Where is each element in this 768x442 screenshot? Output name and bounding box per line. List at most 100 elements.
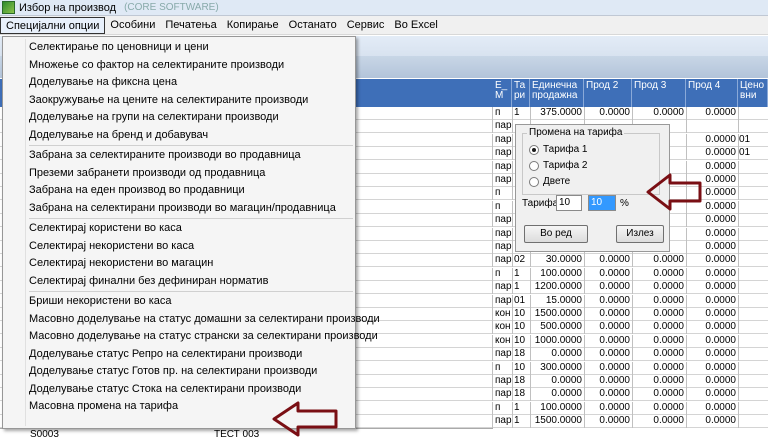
table-cell: пар [495,227,513,241]
table-cell: кон [494,308,513,321]
column-header[interactable]: Прод 4 [686,79,738,107]
table-cell [739,295,768,308]
dropdown-item[interactable]: Масовно доделување на статус домашни за … [3,311,380,329]
table-cell: 0.0000 [585,401,633,415]
dropdown-item[interactable]: Доделување на групи на селектирани произ… [3,109,355,127]
tariff-change-panel: Промена на тарифа Тарифа 1 Тарифа 2 Двет… [515,124,670,252]
table-cell: 0.0000 [633,281,687,295]
menu-item-6[interactable]: Во Excel [389,17,442,34]
menu-item-0[interactable]: Специјални опции [0,16,106,34]
dropdown-item[interactable]: Заокружување на цените на селектираните … [3,92,355,110]
table-cell [739,335,768,348]
menu-item-5[interactable]: Сервис [342,17,390,34]
dropdown-item[interactable]: Доделување статус Репро на селектирани п… [3,346,355,364]
table-cell: 1 [513,267,531,281]
table-cell [739,120,768,133]
table-cell: 0.0000 [633,415,687,429]
table-cell: 0.0000 [585,308,633,321]
column-header[interactable]: Та ри [512,79,530,107]
dropdown-item[interactable]: Селектирај некористени во каса [3,238,355,256]
table-cell [739,402,768,415]
table-cell: 0.0000 [531,348,585,362]
ok-button[interactable]: Во ред [524,225,588,243]
bottom-grid-row[interactable]: S0003 ТЕСТ 003 [0,428,493,442]
table-cell: 0.0000 [687,160,739,174]
dropdown-item[interactable]: Забрана на еден производ во продавници [3,182,355,200]
dropdown-item[interactable]: Доделување статус Готов пр. на селектира… [3,363,355,381]
dropdown-item[interactable]: Масовно доделување на статус странски за… [3,328,378,346]
table-cell: 0.0000 [633,401,687,415]
table-cell: пар [495,415,513,429]
table-cell: пар [495,241,513,254]
radio-both[interactable]: Двете [529,176,570,187]
radio-tariff-1[interactable]: Тарифа 1 [529,144,588,155]
table-cell: 0.0000 [687,214,739,228]
tariff-input[interactable]: 10 [556,195,582,211]
column-header[interactable]: Единечна продажна [530,79,584,107]
table-cell [739,375,768,388]
table-cell [739,308,768,321]
percent-input[interactable]: 10 [588,195,616,211]
radio-tariff-2[interactable]: Тарифа 2 [529,160,588,171]
table-cell: 0.0000 [633,321,687,335]
window-title-extra: (CORE SOFTWARE) [124,2,219,13]
table-cell: п [494,401,513,415]
dropdown-item[interactable]: Доделување статус Стока на селектирани п… [3,381,355,399]
table-cell: пар [495,174,513,187]
exit-button[interactable]: Излез [616,225,664,243]
table-cell: 0.0000 [687,241,739,254]
menu-separator [29,291,353,292]
column-header[interactable]: Прод 2 [584,79,632,107]
dropdown-item[interactable]: Селектирање по ценовници и цени [3,39,355,57]
column-header[interactable]: Цено вни [738,79,768,107]
dropdown-item[interactable]: Селектирај финални без дефиниран нормати… [3,273,355,291]
radio-tariff-2-label: Тарифа 2 [543,160,588,171]
dropdown-item[interactable]: Доделување на бренд и добавувач [3,127,355,145]
menu-item-1[interactable]: Особини [105,17,160,34]
table-cell: 0.0000 [585,348,633,362]
dropdown-item[interactable]: Преземи забранети производи од продавниц… [3,165,355,183]
column-header[interactable]: Прод 3 [632,79,686,107]
menu-item-2[interactable]: Печатења [160,17,221,34]
table-cell: 0.0000 [585,361,633,375]
table-cell: 0.0000 [585,375,633,388]
special-options-dropdown: Селектирање по ценовници и цени Множење с… [2,36,380,429]
dropdown-item[interactable]: Множење со фактор на селектираните произ… [3,57,355,75]
table-cell: 0.0000 [585,267,633,281]
table-cell: 0.0000 [687,321,739,335]
dropdown-item[interactable]: Селектирај некористени во магацин [3,255,355,273]
dropdown-item[interactable]: Забрана на селектирани производи во мага… [3,200,355,218]
menu-item-4[interactable]: Останато [284,17,342,34]
radio-both-label: Двете [543,176,571,187]
dropdown-item[interactable]: Забрана за селектираните производи во пр… [3,147,355,165]
tariff-group: Промена на тарифа Тарифа 1 Тарифа 2 Двет… [522,127,660,195]
table-cell [739,388,768,401]
table-cell: пар [495,133,513,147]
table-cell [739,187,768,200]
dropdown-gutter [25,39,26,426]
table-cell [739,161,768,174]
column-header[interactable]: Е_ М [493,79,512,107]
dropdown-item[interactable]: Доделување на фиксна цена [3,74,355,92]
title-bar: Избор на производ (CORE SOFTWARE) [0,0,768,16]
table-cell: 0.0000 [687,267,739,281]
table-cell [739,214,768,227]
table-cell [739,254,768,267]
table-cell: 0.0000 [687,227,739,241]
table-cell: 1500.0000 [531,308,585,321]
radio-tariff-1-label: Тарифа 1 [543,144,588,155]
dropdown-item[interactable]: Масовна промена на тарифа [3,398,355,416]
table-cell: 18 [513,388,531,402]
table-cell: 0.0000 [585,107,633,120]
table-cell: 0.0000 [687,401,739,415]
table-cell: пар [495,120,513,134]
table-cell: 0.0000 [531,375,585,388]
menu-item-3[interactable]: Копирање [222,17,284,34]
table-cell: 1200.0000 [531,281,585,295]
table-cell: пар [495,375,513,388]
table-cell: 0.0000 [633,361,687,375]
table-cell: 0.0000 [687,334,739,348]
dropdown-item[interactable]: Селектирај користени во каса [3,220,355,238]
table-cell: 0.0000 [531,388,585,402]
dropdown-item[interactable]: Бриши некористени во каса [3,293,355,311]
